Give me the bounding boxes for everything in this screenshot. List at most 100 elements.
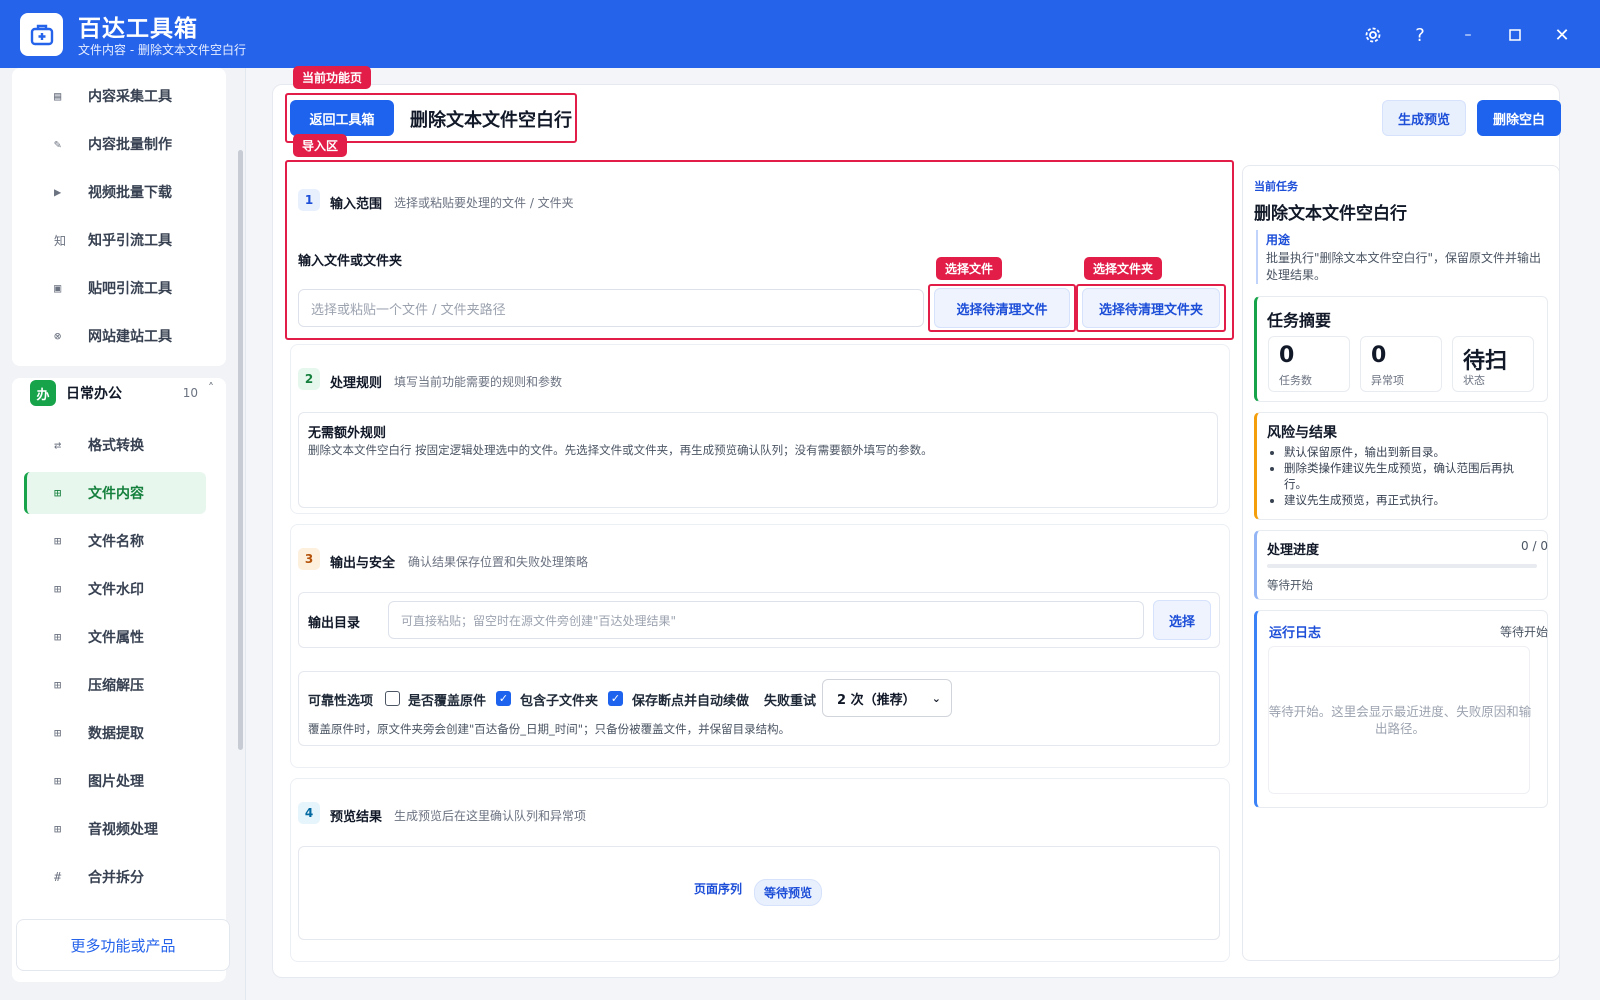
tieba-icon: ▣	[54, 281, 62, 295]
app-logo-icon	[20, 13, 63, 56]
sidebar: ▤ 内容采集工具 ✎ 内容批量制作 ▶ 视频批量下载知 知乎引流工具 ▣ 贴吧引流工具 ⊗ 网站建站…	[0, 68, 246, 1000]
app-name: 百达工具箱	[78, 16, 198, 42]
annotation-current-page: 当前功能页	[293, 66, 372, 89]
rule-text: 删除文本文件空白行 按固定逻辑处理选中的文件。先选择文件或文件夹，再生成预览确认…	[308, 443, 933, 457]
sidebar-item-office-7[interactable]: ⊞ 图片处理	[24, 760, 206, 802]
sidebar-item-5[interactable]: ⊗ 网站建站工具	[24, 315, 206, 357]
log-text: 等待开始。这里会显示最近进度、失败原因和输出路径。	[1268, 704, 1532, 736]
grid-icon: ⊞	[54, 774, 62, 788]
overwrite-checkbox[interactable]	[385, 691, 400, 706]
sidebar-item-2[interactable]: ▶ 视频批量下载	[24, 171, 206, 213]
sidebar-item-office-6[interactable]: ⊞ 数据提取	[24, 712, 206, 754]
stat-label: 异常项	[1371, 374, 1404, 387]
sidebar-item-label: 文件名称	[88, 534, 144, 550]
sidebar-item-label: 文件属性	[88, 630, 144, 646]
annotation-select-file: 选择文件	[936, 257, 1003, 280]
sidebar-item-label: 网站建站工具	[88, 329, 172, 345]
hash-icon: #	[54, 870, 62, 884]
collect-icon: ▤	[54, 89, 62, 103]
sidebar-item-office-5[interactable]: ⊞ 压缩解压	[24, 664, 206, 706]
chevron-down-icon: ⌄	[931, 691, 941, 705]
input-field-label: 输入文件或文件夹	[298, 254, 403, 269]
section-title: 处理规则	[330, 376, 383, 391]
pen-icon: ✎	[54, 137, 62, 151]
annotation-import-area: 导入区	[293, 134, 348, 157]
minimize-icon[interactable]: –	[1453, 20, 1483, 50]
input-path-field[interactable]: 选择或粘贴一个文件 / 文件夹路径	[298, 289, 924, 327]
section-title: 输出与安全	[330, 556, 396, 571]
sidebar-item-office-3[interactable]: ⊞ 文件水印	[24, 568, 206, 610]
stat-label: 状态	[1463, 374, 1485, 387]
purpose-text: 批量执行"删除文本文件空白行"，保留原文件并输出处理结果。	[1266, 251, 1542, 282]
sidebar-item-label: 知乎引流工具	[88, 233, 172, 249]
help-icon[interactable]: ?	[1405, 20, 1435, 50]
chevron-up-icon[interactable]: ˄	[208, 381, 214, 395]
sidebar-item-office-4[interactable]: ⊞ 文件属性	[24, 616, 206, 658]
progress-track	[1267, 564, 1537, 568]
retry-select[interactable]: 2 次（推荐） ⌄	[822, 679, 952, 717]
sidebar-item-office-2[interactable]: ⊞ 文件名称	[24, 520, 206, 562]
close-icon[interactable]: ✕	[1547, 20, 1577, 50]
delete-blank-button[interactable]: 删除空白	[1477, 100, 1561, 136]
sidebar-item-label: 文件水印	[88, 582, 144, 598]
choose-output-button[interactable]: 选择	[1153, 600, 1211, 640]
zhihu-icon: 知	[54, 233, 67, 248]
group-count: 10	[182, 386, 198, 400]
sidebar-item-office-0[interactable]: ⇄ 格式转换	[24, 424, 206, 466]
swap-icon: ⇄	[54, 438, 62, 452]
queue-label: 页面序列	[694, 882, 743, 896]
title-bar: 百达工具箱 文件内容 - 删除文本文件空白行 ? – ✕	[0, 0, 1600, 68]
gear-icon[interactable]	[1358, 20, 1388, 50]
backup-note: 覆盖原件时，原文件夹旁会创建"百达备份_日期_时间"；只备份被覆盖文件，并保留目…	[308, 722, 791, 736]
grid-icon: ⊞	[54, 630, 62, 644]
log-title: 运行日志	[1269, 626, 1322, 641]
sidebar-item-label: 内容采集工具	[88, 89, 172, 105]
annotation-select-folder: 选择文件夹	[1084, 257, 1163, 280]
maximize-icon[interactable]	[1500, 20, 1530, 50]
web-icon: ⊗	[54, 329, 62, 343]
page-title: 删除文本文件空白行	[410, 110, 572, 131]
sidebar-item-label: 内容批量制作	[88, 137, 172, 153]
grid-icon: ⊞	[54, 678, 62, 692]
generate-preview-button[interactable]: 生成预览	[1382, 100, 1466, 136]
sidebar-group-daily-office[interactable]: 办 日常办公 10 ˄	[12, 371, 226, 415]
sidebar-item-0[interactable]: ▤ 内容采集工具	[24, 75, 206, 117]
sidebar-item-label: 压缩解压	[88, 678, 144, 694]
sidebar-item-label: 文件内容	[88, 486, 144, 502]
grid-icon: ⊞	[54, 726, 62, 740]
stat-value: 待扫	[1463, 349, 1508, 374]
more-features-button[interactable]: 更多功能或产品	[16, 919, 230, 971]
sidebar-item-office-9[interactable]: # 合并拆分	[24, 856, 206, 898]
stat-card: 0 异常项	[1360, 336, 1442, 392]
retry-label: 失败重试	[764, 694, 817, 709]
purpose-label: 用途	[1266, 233, 1291, 247]
sidebar-item-label: 图片处理	[88, 774, 144, 790]
sidebar-scrollbar[interactable]	[238, 150, 243, 750]
log-status: 等待开始	[1499, 625, 1548, 639]
back-to-toolbox-button[interactable]: 返回工具箱	[290, 100, 394, 136]
output-dir-label: 输出目录	[308, 616, 361, 631]
include-subfolders-checkbox[interactable]: ✓	[496, 691, 511, 706]
output-dir-input[interactable]: 可直接粘贴；留空时在源文件旁创建"百达处理结果"	[388, 601, 1144, 639]
group-title: 日常办公	[66, 386, 122, 402]
grid-icon: ⊞	[54, 534, 62, 548]
sidebar-item-office-8[interactable]: ⊞ 音视频处理	[24, 808, 206, 850]
sidebar-item-1[interactable]: ✎ 内容批量制作	[24, 123, 206, 165]
stat-card: 待扫 状态	[1452, 336, 1534, 392]
risk-list: 默认保留原件，输出到新目录。删除类操作建议先生成预览，确认范围后再执行。建议先生…	[1284, 444, 1532, 508]
section-desc: 生成预览后在这里确认队列和异常项	[394, 809, 587, 823]
app-breadcrumb: 文件内容 - 删除文本文件空白行	[78, 43, 246, 57]
resume-label: 保存断点并自动续做	[632, 694, 750, 709]
sidebar-item-office-1[interactable]: ⊞ 文件内容	[24, 472, 206, 514]
section-desc: 填写当前功能需要的规则和参数	[394, 375, 563, 389]
select-folder-button[interactable]: 选择待清理文件夹	[1082, 288, 1220, 328]
sidebar-item-4[interactable]: ▣ 贴吧引流工具	[24, 267, 206, 309]
resume-checkbox[interactable]: ✓	[608, 691, 623, 706]
progress-status: 等待开始	[1267, 578, 1313, 592]
queue-status-badge: 等待预览	[754, 879, 823, 906]
sidebar-item-3[interactable]: 知 知乎引流工具	[24, 219, 206, 261]
select-file-button[interactable]: 选择待清理文件	[934, 288, 1070, 328]
retry-select-value: 2 次（推荐）	[837, 692, 916, 708]
office-badge-icon: 办	[30, 380, 56, 406]
section-desc: 确认结果保存位置和失败处理策略	[408, 555, 589, 569]
